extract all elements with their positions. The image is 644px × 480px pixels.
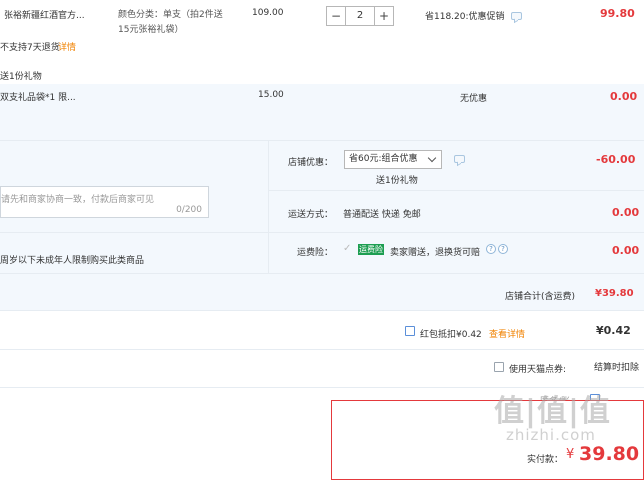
column-divider xyxy=(268,140,269,273)
insurance-label: 运费险： xyxy=(297,248,334,258)
help-icon[interactable]: ? xyxy=(498,244,508,254)
row-divider xyxy=(0,140,644,141)
help-icon[interactable]: ? xyxy=(486,244,496,254)
insurance-amount: 0.00 xyxy=(612,244,640,257)
redpacket-checkbox[interactable] xyxy=(405,326,415,336)
gift-promo: 无优惠 xyxy=(460,94,488,104)
shipping-label: 运送方式： xyxy=(288,210,334,220)
tmall-points-label: 使用天猫点券: xyxy=(509,365,567,375)
insurance-tag: 运费险 xyxy=(358,244,384,255)
row-divider xyxy=(0,310,644,311)
insurance-text: 卖家赠送，退换货可赔 xyxy=(390,248,481,258)
chat-bubble-icon[interactable] xyxy=(511,12,522,20)
tmall-points-row: 使用天猫点券: 结算时扣除 xyxy=(0,350,644,388)
gift-total: 0.00 xyxy=(610,90,638,103)
total-label: 实付款： xyxy=(527,455,564,465)
gift-price: 15.00 xyxy=(258,90,284,100)
total-currency: ¥ xyxy=(566,447,575,462)
product-price: 109.00 xyxy=(252,8,284,18)
footer: 匿名/账 实付款： ¥ 39.80 值|值|值 zhizhi.com xyxy=(0,388,644,480)
shop-discount-gift: 送1份礼物 xyxy=(376,176,418,186)
gift-name[interactable]: 双支礼品袋*1 限... xyxy=(0,90,76,103)
insurance-check-icon: ✓ xyxy=(343,243,352,254)
row-divider xyxy=(0,232,644,233)
product-total: 99.80 xyxy=(600,7,635,20)
watermark-brand: 值|值|值 xyxy=(494,394,611,429)
row-divider xyxy=(0,273,644,274)
product-row: 张裕新疆红酒官方... 颜色分类：单支（拍2件送15元张裕礼袋） 109.00 … xyxy=(0,0,644,60)
shop-subtotal-amount: ¥39.80 xyxy=(595,288,634,299)
quantity-plus-button[interactable]: + xyxy=(374,6,394,26)
redpacket-row: 红包抵扣¥0.42 查看详情 ¥0.42 xyxy=(0,310,644,350)
tmall-points-note: 结算时扣除 xyxy=(594,363,640,373)
gift-row: 双支礼品袋*1 限... 15.00 无优惠 0.00 xyxy=(0,84,644,140)
watermark-text: zhizhi.com xyxy=(506,426,596,444)
chat-bubble-icon[interactable] xyxy=(454,155,465,163)
shop-discount-amount: -60.00 xyxy=(596,153,636,166)
shop-options: 店铺优惠： 省60元:组合优惠 -60.00 送1份礼物 请先和商家协商一致，付… xyxy=(0,140,644,310)
shop-discount-label: 店铺优惠： xyxy=(288,158,334,168)
gift-header: 送1份礼物 xyxy=(0,72,42,82)
chevron-down-icon xyxy=(427,153,437,163)
shop-subtotal-label: 店铺合计(含运费) xyxy=(505,292,576,302)
redpacket-label: 红包抵扣¥0.42 xyxy=(420,330,482,340)
redpacket-amount: ¥0.42 xyxy=(596,324,631,337)
product-spec: 颜色分类：单支（拍2件送15元张裕礼袋） xyxy=(118,10,223,35)
service-detail-link[interactable]: 详情 xyxy=(58,40,76,53)
total-amount: 39.80 xyxy=(579,443,640,465)
row-divider xyxy=(268,190,644,191)
buyer-message-placeholder: 请先和商家协商一致，付款后商家可见 xyxy=(1,195,155,205)
shipping-amount: 0.00 xyxy=(612,206,640,219)
shipping-value: 普通配送 快递 免邮 xyxy=(343,210,421,220)
shop-discount-select-value: 省60元:组合优惠 xyxy=(349,154,418,164)
redpacket-detail-link[interactable]: 查看详情 xyxy=(489,327,525,340)
product-discount: 省118.20:优惠促销 xyxy=(425,12,505,22)
quantity-minus-button[interactable]: − xyxy=(326,6,346,26)
tmall-points-checkbox[interactable] xyxy=(494,362,504,372)
product-name[interactable]: 张裕新疆红酒官方... xyxy=(4,8,85,21)
gift-header-row: 送1份礼物 xyxy=(0,66,644,84)
buyer-message-counter: 0/200 xyxy=(176,205,202,215)
service-note: 不支持7天退货 xyxy=(0,43,60,53)
buyer-message-textarea[interactable]: 请先和商家协商一致，付款后商家可见 0/200 xyxy=(0,186,209,218)
age-notice: 周岁以下未成年人限制购买此类商品 xyxy=(0,256,145,266)
shop-discount-select[interactable]: 省60元:组合优惠 xyxy=(344,150,442,169)
quantity-input[interactable]: 2 xyxy=(346,6,374,26)
